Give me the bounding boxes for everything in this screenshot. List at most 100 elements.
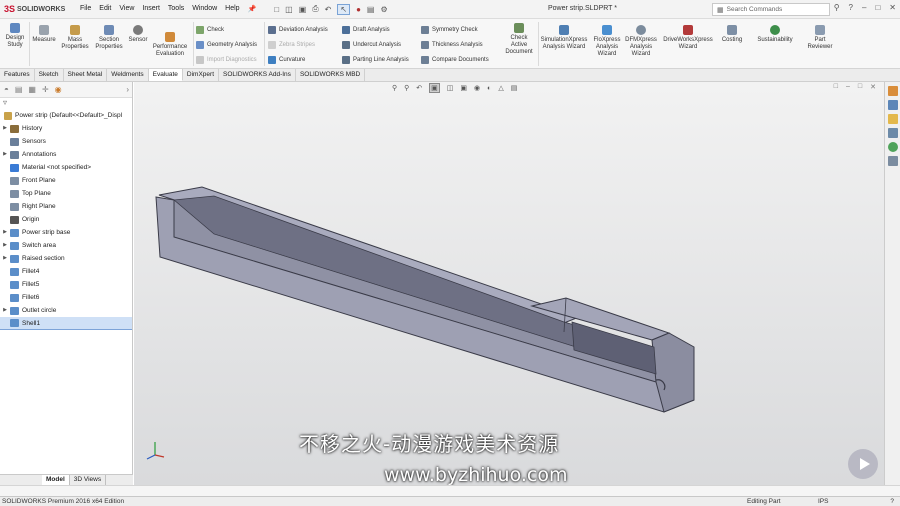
tab-evaluate[interactable]: Evaluate bbox=[148, 69, 183, 81]
expand-arrow-icon[interactable]: ▶ bbox=[0, 226, 10, 239]
compare-documents-button[interactable]: Compare Documents bbox=[421, 56, 489, 64]
menu-help[interactable]: Help bbox=[225, 5, 239, 13]
restore-icon[interactable]: □ bbox=[875, 3, 880, 12]
expand-arrow-icon[interactable]: ▶ bbox=[0, 304, 10, 317]
undercut-analysis-button[interactable]: Undercut Analysis bbox=[342, 41, 401, 49]
custom-properties-icon[interactable] bbox=[887, 156, 898, 166]
power-strip-model[interactable] bbox=[134, 82, 884, 485]
dimxpert-manager-icon[interactable]: ✛ bbox=[42, 85, 49, 94]
view-palette-icon[interactable] bbox=[887, 128, 898, 138]
parting-line-analysis-button[interactable]: Parting Line Analysis bbox=[342, 56, 409, 64]
tree-item[interactable]: ▶ Outlet circle bbox=[0, 304, 132, 317]
tree-item[interactable]: ▶ History bbox=[0, 122, 132, 135]
menu-insert[interactable]: Insert bbox=[142, 5, 160, 13]
sustainability-button[interactable]: Sustainability bbox=[752, 25, 798, 44]
tree-item[interactable]: Right Plane bbox=[0, 200, 132, 213]
rebuild-icon[interactable]: ● bbox=[356, 5, 361, 14]
draft-analysis-button[interactable]: Draft Analysis bbox=[342, 26, 390, 34]
tree-item[interactable]: ▶ Annotations bbox=[0, 148, 132, 161]
curvature-button[interactable]: Curvature bbox=[268, 56, 305, 64]
zebra-stripes-button[interactable]: Zebra Stripes bbox=[268, 41, 315, 49]
performance-evaluation-button[interactable]: Performance Evaluation bbox=[150, 32, 190, 58]
undo-icon[interactable]: ↶ bbox=[325, 5, 332, 14]
symmetry-check-button[interactable]: Symmetry Check bbox=[421, 26, 478, 34]
tab-sheet-metal[interactable]: Sheet Metal bbox=[64, 69, 108, 81]
expand-arrow-icon[interactable]: ▶ bbox=[0, 252, 10, 265]
tree-item[interactable]: Top Plane bbox=[0, 187, 132, 200]
tab-solidworks-add-ins[interactable]: SOLIDWORKS Add-Ins bbox=[219, 69, 296, 81]
tree-item[interactable]: Fillet6 bbox=[0, 291, 132, 304]
property-manager-icon[interactable]: ▤ bbox=[15, 85, 23, 94]
select-icon[interactable]: ↖ bbox=[337, 3, 351, 15]
part-reviewer-button[interactable]: Part Reviewer bbox=[802, 25, 838, 51]
geometry-analysis-button[interactable]: Geometry Analysis bbox=[196, 41, 257, 49]
tab-features[interactable]: Features bbox=[0, 69, 35, 81]
new-doc-icon[interactable]: □ bbox=[274, 5, 279, 14]
search-icon[interactable]: ⚲ bbox=[834, 3, 840, 12]
help-icon[interactable]: ? bbox=[849, 3, 853, 12]
print-icon[interactable]: ⎙ bbox=[312, 4, 318, 14]
pin-icon[interactable]: 📌 bbox=[248, 5, 257, 13]
tree-root[interactable]: Power strip (Default<<Default>_Displ bbox=[0, 109, 132, 122]
panel-expand-icon[interactable]: › bbox=[126, 85, 129, 94]
thickness-analysis-button[interactable]: Thickness Analysis bbox=[421, 41, 483, 49]
expand-arrow-icon[interactable]: ▶ bbox=[0, 148, 10, 161]
menu-tools[interactable]: Tools bbox=[168, 5, 184, 13]
file-properties-icon[interactable]: ▤ bbox=[367, 5, 375, 14]
feature-tree-icon[interactable]: ◓ bbox=[4, 85, 9, 94]
tab-solidworks-mbd[interactable]: SOLIDWORKS MBD bbox=[296, 69, 366, 81]
floxpress-button[interactable]: FloXpress Analysis Wizard bbox=[590, 25, 624, 58]
solidworks-resources-icon[interactable] bbox=[887, 86, 898, 96]
configuration-manager-icon[interactable]: ▦ bbox=[28, 85, 36, 94]
costing-button[interactable]: Costing bbox=[716, 25, 748, 44]
file-explorer-icon[interactable] bbox=[887, 114, 898, 124]
play-icon[interactable] bbox=[848, 449, 878, 479]
deviation-analysis-button[interactable]: Deviation Analysis bbox=[268, 26, 328, 34]
design-study-button[interactable]: Design Study bbox=[3, 23, 27, 49]
appearances-icon[interactable] bbox=[887, 142, 898, 152]
driveworksxpress-button[interactable]: DriveWorksXpress Wizard bbox=[660, 25, 716, 51]
open-icon[interactable]: ◫ bbox=[285, 5, 293, 14]
menu-edit[interactable]: Edit bbox=[99, 5, 111, 13]
tree-item[interactable]: Front Plane bbox=[0, 174, 132, 187]
tree-item[interactable]: Material <not specified> bbox=[0, 161, 132, 174]
dfmxpress-button[interactable]: DFMXpress Analysis Wizard bbox=[624, 25, 658, 58]
menu-view[interactable]: View bbox=[119, 5, 134, 13]
solidworks-logo[interactable]: 3S SOLIDWORKS bbox=[0, 4, 80, 14]
tree-item[interactable]: ▶ Power strip base bbox=[0, 226, 132, 239]
display-manager-icon[interactable]: ◉ bbox=[55, 85, 62, 94]
graphics-area[interactable]: ⚲ ⚲ ↶ ▣ ◫ ▣ ◉ ◐ △ ▤ □ – □ ✕ 不移之火-动漫游戏美术资… bbox=[134, 82, 884, 485]
menu-file[interactable]: File bbox=[80, 5, 91, 13]
tree-item[interactable]: Fillet4 bbox=[0, 265, 132, 278]
menu-window[interactable]: Window bbox=[192, 5, 217, 13]
search-commands[interactable]: ▦ Search Commands bbox=[712, 3, 830, 16]
options-icon[interactable]: ⚙ bbox=[380, 5, 387, 14]
search-input[interactable]: Search Commands bbox=[727, 6, 783, 13]
tab-weldments[interactable]: Weldments bbox=[107, 69, 149, 81]
simulationxpress-button[interactable]: SimulationXpress Analysis Wizard bbox=[538, 25, 590, 51]
tree-item[interactable]: Shell1 bbox=[0, 317, 132, 330]
check-button[interactable]: Check bbox=[196, 26, 224, 34]
status-units[interactable]: IPS bbox=[818, 497, 828, 506]
tree-item[interactable]: Origin bbox=[0, 213, 132, 226]
tab-3d-views[interactable]: 3D Views bbox=[70, 475, 107, 485]
tree-item[interactable]: ▶ Raised section bbox=[0, 252, 132, 265]
expand-arrow-icon[interactable]: ▶ bbox=[0, 239, 10, 252]
sensor-button[interactable]: Sensor bbox=[126, 25, 150, 44]
tree-item[interactable]: Fillet5 bbox=[0, 278, 132, 291]
check-active-document-button[interactable]: Check Active Document bbox=[502, 23, 536, 56]
minimize-icon[interactable]: – bbox=[862, 3, 866, 12]
tab-sketch[interactable]: Sketch bbox=[35, 69, 64, 81]
save-icon[interactable]: ▣ bbox=[299, 5, 307, 14]
tab-dimxpert[interactable]: DimXpert bbox=[183, 69, 220, 81]
filter-icon[interactable]: ▿ bbox=[0, 98, 132, 109]
import-diagnostics-button[interactable]: Import Diagnostics bbox=[196, 56, 257, 64]
tab-model[interactable]: Model bbox=[42, 475, 70, 485]
tree-item[interactable]: ▶ Switch area bbox=[0, 239, 132, 252]
design-library-icon[interactable] bbox=[887, 100, 898, 110]
status-help-icon[interactable]: ? bbox=[890, 497, 894, 506]
section-properties-button[interactable]: Section Properties bbox=[92, 25, 126, 51]
expand-arrow-icon[interactable]: ▶ bbox=[0, 122, 10, 135]
tree-item[interactable]: Sensors bbox=[0, 135, 132, 148]
measure-button[interactable]: Measure bbox=[31, 25, 57, 44]
